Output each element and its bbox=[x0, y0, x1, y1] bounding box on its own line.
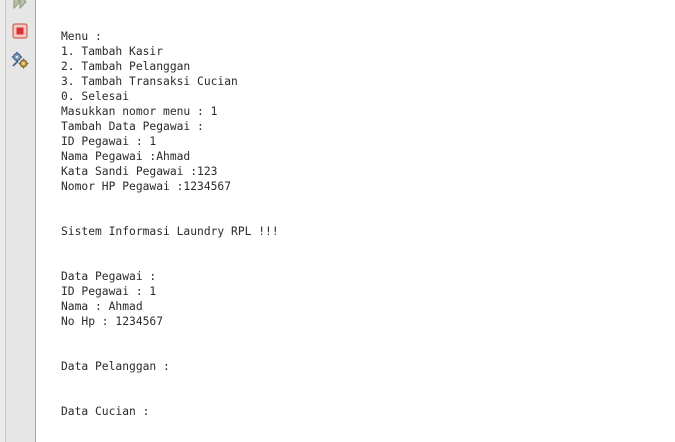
output-line: ID Pegawai : 1 bbox=[61, 135, 157, 148]
output-line: No Hp : 1234567 bbox=[61, 315, 164, 328]
output-line: Sistem Informasi Laundry RPL !!! bbox=[61, 225, 279, 238]
output-line: 1. Tambah Kasir bbox=[61, 45, 164, 58]
console-output: Menu : 1. Tambah Kasir 2. Tambah Pelangg… bbox=[61, 29, 675, 419]
output-line: Nama Pegawai :Ahmad bbox=[61, 150, 191, 163]
output-line: Nama : Ahmad bbox=[61, 300, 143, 313]
output-line: Tambah Data Pegawai : bbox=[61, 120, 204, 133]
stop-icon bbox=[12, 23, 28, 39]
output-line: 0. Selesai bbox=[61, 90, 130, 103]
settings-button[interactable] bbox=[11, 51, 29, 69]
output-line: Nomor HP Pegawai :1234567 bbox=[61, 180, 232, 193]
rerun-icon bbox=[13, 0, 27, 10]
output-line: 3. Tambah Transaksi Cucian bbox=[61, 75, 238, 88]
output-line: Menu : bbox=[61, 30, 102, 43]
output-window: Menu : 1. Tambah Kasir 2. Tambah Pelangg… bbox=[0, 0, 675, 442]
stop-button[interactable] bbox=[11, 22, 29, 40]
gear-settings-icon bbox=[11, 51, 29, 69]
output-line: Kata Sandi Pegawai :123 bbox=[61, 165, 218, 178]
output-toolbar bbox=[5, 0, 36, 442]
output-line: Data Pelanggan : bbox=[61, 360, 170, 373]
output-line: Data Pegawai : bbox=[61, 270, 157, 283]
output-line: Masukkan nomor menu : 1 bbox=[61, 105, 218, 118]
rerun-button[interactable] bbox=[11, 0, 29, 11]
output-line: 2. Tambah Pelanggan bbox=[61, 60, 191, 73]
output-line: ID Pegawai : 1 bbox=[61, 285, 157, 298]
output-line: Data Cucian : bbox=[61, 405, 150, 418]
